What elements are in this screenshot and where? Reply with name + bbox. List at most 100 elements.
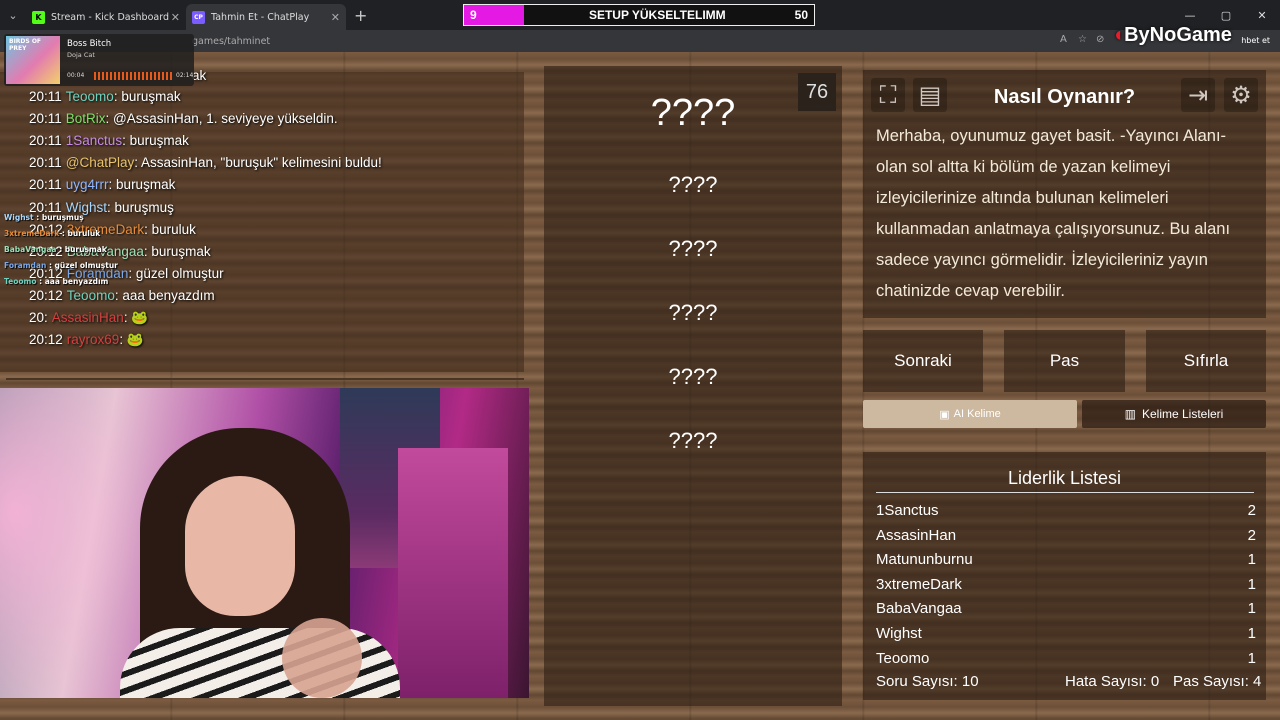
- tab-kick-dashboard[interactable]: K Stream - Kick Dashboard ✕: [26, 4, 186, 30]
- overlay-username: Foramdan: [4, 261, 47, 270]
- read-aloud-icon[interactable]: A: [1060, 34, 1067, 45]
- player-score: 1: [1247, 600, 1256, 618]
- forbidden-word: ????: [668, 236, 718, 261]
- chat-message: 20:12 Teoomo: aaa benyazdım: [29, 288, 215, 303]
- how-to-play-description: Merhaba, oyunumuz gayet basit. -Yayıncı …: [876, 127, 1231, 300]
- player-name: BabaVangaa: [876, 600, 962, 618]
- overlay-chat-message: Wighst : buruşmuş: [4, 213, 84, 222]
- chat-partial-line: ak: [192, 68, 207, 83]
- reset-button[interactable]: Sıfırla: [1146, 330, 1266, 392]
- player-score: 1: [1247, 625, 1256, 642]
- album-art: BIRDS OF PREY: [6, 36, 60, 84]
- chatplay-icon: CP: [192, 10, 205, 24]
- chat-username: AssasinHan: [51, 310, 124, 325]
- chat-username: Teoomo: [65, 89, 114, 104]
- bookmark-icon[interactable]: ☆: [1078, 34, 1087, 45]
- chat-text: : 🐸: [123, 310, 149, 325]
- close-tab-icon[interactable]: ✕: [331, 11, 340, 24]
- url-text[interactable]: games/tahminet: [192, 36, 270, 47]
- goal-target: 50: [794, 8, 808, 22]
- word-lists-button[interactable]: ▥ Kelime Listeleri: [1082, 400, 1266, 428]
- now-playing-widget: BIRDS OF PREY Boss Bitch Doja Cat 00:04 …: [4, 34, 194, 86]
- overlay-chat-message: 3xtremeDark : buruluk: [4, 229, 100, 238]
- bynogame-logo: ◖ByNoGame: [1112, 24, 1232, 47]
- overlay-chat-message: Foramdan : güzel olmuştur: [4, 261, 118, 270]
- webcam-person-hand: [282, 618, 362, 698]
- leaderboard-row: Matununburnu 1: [876, 551, 1256, 571]
- chat-text: : buruşmuş: [107, 199, 174, 215]
- new-tab-icon[interactable]: +: [354, 6, 367, 25]
- player-name: Matununburnu: [876, 551, 973, 569]
- settings-gear-icon[interactable]: ⚙: [1224, 78, 1258, 112]
- player-score: 1: [1247, 575, 1256, 593]
- overlay-chat-message: BabaVangaa : buruşmak: [4, 245, 107, 254]
- tab-list-icon[interactable]: ⌄: [0, 0, 26, 30]
- overlay-text: : aaa benyazdım: [36, 277, 109, 286]
- chat-text: : 🐸: [119, 332, 144, 348]
- chat-message: 20:11 uyg4rrr: buruşmak: [29, 177, 175, 192]
- leaderboard-divider: [876, 492, 1254, 493]
- chat-text: : buruluk: [144, 221, 196, 237]
- forbidden-word: ????: [668, 364, 718, 389]
- word-lists-label: Kelime Listeleri: [1141, 407, 1224, 421]
- chat-text: : buruşmak: [122, 133, 189, 149]
- player-name: Wighst: [876, 625, 922, 642]
- forbidden-word: ????: [668, 428, 718, 453]
- leaderboard-row: 1Sanctus 2: [876, 502, 1256, 522]
- chat-message: 20:11 @ChatPlay: AssasinHan, "buruşuk" ke…: [29, 155, 382, 170]
- ai-word-button[interactable]: ▣ AI Kelime: [863, 400, 1077, 428]
- overlay-text: : buruşmak: [56, 245, 107, 254]
- chat-text: : AssasinHan, "buruşuk" kelimesini buldu…: [134, 155, 382, 171]
- pass-count: Pas Sayısı: 4: [1173, 673, 1262, 690]
- chat-username: BotRix: [65, 111, 106, 127]
- question-count: Soru Sayısı: 10: [876, 673, 979, 690]
- overlay-username: 3xtremeDark: [4, 229, 60, 238]
- song-duration: 02:14: [176, 72, 194, 79]
- player-score: 2: [1247, 526, 1256, 544]
- pass-button[interactable]: Pas: [1004, 330, 1125, 392]
- chat-time: 20:12: [29, 287, 63, 303]
- leaderboard-title: Liderlik Listesi: [1007, 468, 1122, 488]
- close-tab-icon[interactable]: ✕: [171, 11, 180, 24]
- goal-bar: 9 SETUP YÜKSELTELIMM 50: [463, 4, 815, 26]
- chat-username: uyg4rrr: [65, 177, 109, 193]
- notes-icon[interactable]: ▤: [913, 78, 947, 112]
- chat-username: rayrox69: [66, 332, 120, 348]
- chat-text: : aaa benyazdım: [114, 287, 215, 303]
- song-title: Boss Bitch: [67, 39, 112, 49]
- close-window-icon[interactable]: ✕: [1244, 0, 1280, 30]
- chat-time: 20:11: [29, 177, 62, 193]
- next-button[interactable]: Sonraki: [863, 330, 983, 392]
- chat-text: : buruşmak: [108, 177, 176, 193]
- overlay-text: : buruşmuş: [33, 213, 84, 222]
- overlay-chat-message: Teoomo : aaa benyazdım: [4, 277, 108, 286]
- error-count: Hata Sayısı: 0: [1065, 673, 1160, 690]
- overlay-username: BabaVangaa: [4, 245, 57, 254]
- mute-icon[interactable]: ⊘: [1096, 34, 1104, 45]
- tab-title: Tahmin Et - ChatPlay: [211, 11, 310, 23]
- chat-message: 20: AssasinHan: 🐸: [29, 310, 148, 326]
- song-artist: Doja Cat: [67, 51, 95, 59]
- kick-icon: K: [32, 10, 45, 24]
- webcam-light: [0, 388, 140, 698]
- leaderboard-row: AssasinHan 2: [876, 527, 1256, 547]
- exit-icon[interactable]: ⇥: [1181, 78, 1215, 112]
- webcam-person-face: [185, 476, 295, 616]
- webcam-feed: [0, 388, 529, 698]
- profile-label: hbet et: [1241, 36, 1270, 45]
- player-score: 1: [1247, 551, 1256, 569]
- chat-username: @ChatPlay: [65, 155, 135, 171]
- leaderboard-panel: Liderlik Listesi 1Sanctus 2 AssasinHan 2 Mat…: [863, 452, 1266, 700]
- fullscreen-icon[interactable]: ⛶: [871, 78, 905, 112]
- chat-time: 20:11: [29, 111, 62, 127]
- tab-chatplay[interactable]: CP Tahmin Et - ChatPlay ✕: [186, 4, 346, 30]
- leaderboard-row: Teoomo 1: [876, 650, 1256, 664]
- chat-time: 20:11: [29, 155, 62, 171]
- tab-title: Stream - Kick Dashboard: [51, 11, 169, 23]
- leaderboard-row: Wighst 1: [876, 625, 1256, 645]
- chat-text: : buruşmak: [143, 243, 211, 259]
- leaderboard-row: BabaVangaa 1: [876, 600, 1256, 620]
- player-name: Teoomo: [876, 649, 930, 664]
- robot-icon: ▣: [939, 408, 950, 421]
- overlay-username: Teoomo: [4, 277, 37, 286]
